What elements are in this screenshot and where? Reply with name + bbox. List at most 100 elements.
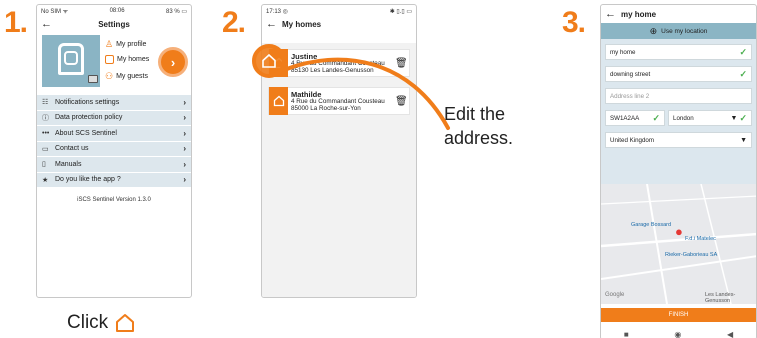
menu-item-label: Manuals bbox=[55, 160, 82, 168]
chevron-right-icon: › bbox=[183, 113, 186, 123]
map-label-town: Les Landes-Genusson bbox=[705, 292, 736, 304]
back-arrow-icon[interactable]: ← bbox=[605, 8, 621, 20]
chevron-down-icon: ▼ bbox=[740, 136, 747, 144]
recent-apps-icon[interactable]: ■ bbox=[624, 330, 629, 338]
map-pin-icon: ● bbox=[675, 224, 683, 239]
click-caption: Click bbox=[67, 312, 136, 334]
status-time: 17:13 ◎ bbox=[266, 8, 288, 15]
page-title: My homes bbox=[282, 19, 322, 29]
guests-icon: ⚇ bbox=[105, 71, 114, 81]
dots-icon: ••• bbox=[42, 129, 50, 137]
check-icon: ✓ bbox=[739, 46, 747, 57]
street-field[interactable]: downing street ✓ bbox=[605, 66, 752, 82]
postcode-value: SW1A2AA bbox=[610, 114, 640, 122]
my-homes-link[interactable]: My homes bbox=[105, 55, 149, 64]
menu-item-notifications[interactable]: ☷ Notifications settings › bbox=[37, 95, 191, 111]
google-logo: Google bbox=[605, 292, 625, 298]
menu-item-rate-app[interactable]: ★ Do you like the app ? › bbox=[37, 172, 191, 188]
home-name-field[interactable]: my home ✓ bbox=[605, 44, 752, 60]
home-button-icon[interactable]: ◉ bbox=[674, 330, 681, 338]
country-value: United Kingdom bbox=[610, 136, 655, 144]
caption-line-2: address. bbox=[444, 128, 514, 148]
version-text: iSCS Sentinel Version 1.3.0 bbox=[77, 197, 151, 203]
avatar[interactable] bbox=[42, 35, 100, 87]
location-map[interactable]: Garage Bossard F.d.i Matelec Rieker-Gabo… bbox=[601, 184, 756, 304]
back-button-icon[interactable]: ◀ bbox=[727, 330, 733, 338]
finish-button[interactable]: FINISH bbox=[601, 308, 756, 322]
status-icons: ✱ ▯.▯ ▭ bbox=[389, 8, 412, 15]
document-icon: ▯ bbox=[42, 161, 46, 169]
chevron-right-icon: › bbox=[170, 54, 176, 70]
settings-header: ← Settings bbox=[37, 17, 191, 31]
crosshair-icon: ⊕ bbox=[649, 25, 658, 36]
address-form: my home ✓ downing street ✓ Address line … bbox=[601, 39, 756, 184]
person-icon: ♙ bbox=[105, 39, 114, 49]
settings-menu: ☷ Notifications settings › ⓘ Data protec… bbox=[37, 95, 191, 188]
sliders-icon: ☷ bbox=[42, 99, 49, 107]
check-icon: ✓ bbox=[652, 112, 660, 123]
chevron-right-icon: › bbox=[183, 144, 186, 154]
status-bar: No SIM ᯤ 08:06 83 % ▭ bbox=[37, 5, 191, 17]
device-icon bbox=[58, 43, 84, 75]
menu-item-data-protection[interactable]: ⓘ Data protection policy › bbox=[37, 110, 191, 126]
my-profile-link[interactable]: ♙ My profile bbox=[105, 39, 146, 50]
menu-item-label: About SCS Sentinel bbox=[55, 129, 117, 137]
menu-item-label: Do you like the app ? bbox=[55, 176, 121, 184]
menu-item-about[interactable]: ••• About SCS Sentinel › bbox=[37, 126, 191, 142]
menu-item-label: Data protection policy bbox=[55, 114, 123, 122]
back-arrow-icon[interactable]: ← bbox=[266, 18, 282, 30]
check-icon: ✓ bbox=[739, 68, 747, 79]
map-label-fdi: F.d.i Matelec bbox=[685, 236, 716, 242]
click-caption-text: Click bbox=[67, 312, 109, 333]
address-line-2-placeholder: Address line 2 bbox=[610, 92, 650, 100]
chevron-right-icon: › bbox=[183, 128, 186, 138]
edit-address-caption: Edit the address. bbox=[444, 102, 513, 150]
home-icon bbox=[116, 314, 135, 332]
star-icon: ★ bbox=[42, 176, 49, 184]
my-guests-label: My guests bbox=[116, 73, 148, 80]
menu-item-manuals[interactable]: ▯ Manuals › bbox=[37, 157, 191, 173]
page-title: my home bbox=[621, 9, 657, 19]
my-homes-chevron-highlight[interactable]: › bbox=[158, 47, 188, 77]
caption-line-1: Edit the bbox=[444, 104, 506, 124]
city-select[interactable]: London ▼ ✓ bbox=[668, 110, 752, 126]
arrow-connector bbox=[282, 57, 450, 130]
map-roads bbox=[601, 184, 756, 304]
address-line-2-field[interactable]: Address line 2 bbox=[605, 88, 752, 104]
street-value: downing street bbox=[610, 70, 651, 78]
use-location-button[interactable]: ⊕ Use my location bbox=[601, 23, 756, 39]
home-icon bbox=[105, 55, 114, 64]
camera-icon[interactable] bbox=[88, 75, 98, 83]
my-profile-label: My profile bbox=[116, 41, 147, 48]
home-icon bbox=[262, 53, 276, 68]
menu-item-label: Contact us bbox=[55, 145, 89, 153]
map-label-rieker: Rieker-Gaborieau SA bbox=[665, 252, 718, 258]
info-icon: ⓘ bbox=[42, 114, 49, 122]
my-guests-link[interactable]: ⚇ My guests bbox=[105, 71, 148, 82]
postcode-field[interactable]: SW1A2AA ✓ bbox=[605, 110, 665, 126]
menu-item-label: Notifications settings bbox=[55, 98, 120, 106]
use-location-label: Use my location bbox=[661, 27, 708, 35]
chevron-right-icon: › bbox=[183, 175, 186, 185]
check-icon: ✓ bbox=[739, 112, 747, 123]
chevron-down-icon: ▼ bbox=[730, 114, 738, 122]
back-arrow-icon[interactable]: ← bbox=[41, 18, 57, 30]
my-homes-header: ← My homes bbox=[262, 17, 416, 31]
country-select[interactable]: United Kingdom ▼ bbox=[605, 132, 752, 148]
system-nav-bar: ■ ◉ ◀ bbox=[601, 322, 756, 338]
step-number-3: 3. bbox=[562, 6, 586, 39]
edit-home-screen: ← my home ⊕ Use my location my home ✓ do… bbox=[600, 4, 757, 338]
chat-icon: ▭ bbox=[42, 145, 49, 153]
step-number-2: 2. bbox=[222, 6, 246, 39]
postcode-city-row: SW1A2AA ✓ London ▼ ✓ bbox=[605, 110, 752, 132]
chevron-right-icon: › bbox=[183, 159, 186, 169]
status-bar: 17:13 ◎ ✱ ▯.▯ ▭ bbox=[262, 5, 416, 17]
my-homes-label: My homes bbox=[117, 56, 150, 63]
home-name-value: my home bbox=[610, 48, 636, 56]
status-time: 08:06 bbox=[109, 8, 125, 14]
status-battery: 83 % ▭ bbox=[165, 8, 187, 15]
menu-item-contact[interactable]: ▭ Contact us › bbox=[37, 141, 191, 157]
city-value: London bbox=[673, 114, 694, 122]
edit-home-header: ← my home bbox=[601, 5, 756, 23]
chevron-right-icon: › bbox=[183, 97, 186, 107]
